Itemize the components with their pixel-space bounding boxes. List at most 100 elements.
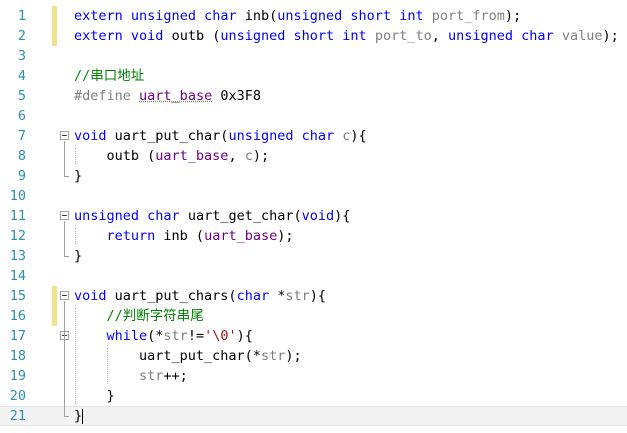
code-line[interactable]: 2 extern void outb (unsigned short int po… <box>0 26 627 46</box>
line-number: 4 <box>17 68 26 84</box>
code-token: int <box>342 28 367 44</box>
code-line[interactable]: 16 //判断字符串尾 <box>0 306 627 326</box>
code-token: uart_put_chars( <box>106 288 237 304</box>
code-token: ); <box>602 28 619 44</box>
code-token: char <box>521 28 554 44</box>
code-token: #define <box>74 88 131 104</box>
code-text: unsigned char uart_get_char(void){ <box>74 206 350 226</box>
code-line[interactable]: 5 #define uart_base 0x3F8 <box>0 86 627 106</box>
line-number: 5 <box>17 88 26 104</box>
code-line[interactable]: 21} <box>0 406 627 426</box>
code-text: //判断字符串尾 <box>74 306 204 326</box>
code-token: * <box>269 288 286 304</box>
line-number: 9 <box>17 168 26 184</box>
code-token: , <box>431 28 448 44</box>
code-text: } <box>74 407 84 425</box>
code-line[interactable]: 17 while(*str!='\0'){ <box>0 326 627 346</box>
line-number: 3 <box>17 48 26 64</box>
code-line[interactable]: 9} <box>0 166 627 186</box>
code-line[interactable]: 13} <box>0 246 627 266</box>
line-number: 16 <box>9 308 26 324</box>
line-number: 17 <box>9 328 26 344</box>
code-text: //串口地址 <box>74 66 144 86</box>
code-token: uart_base <box>139 88 213 104</box>
code-line[interactable]: 20 } <box>0 386 627 406</box>
code-line[interactable]: 12 return inb (uart_base); <box>0 226 627 246</box>
fold-region-end <box>64 176 69 177</box>
code-token: str <box>163 328 188 344</box>
code-token: unsigned <box>130 8 196 24</box>
code-token: int <box>399 8 424 24</box>
code-line[interactable]: 14 <box>0 266 627 286</box>
code-line[interactable]: 6 <box>0 106 627 126</box>
collapse-toggle-icon[interactable] <box>60 131 69 140</box>
fold-region-line <box>64 141 65 176</box>
code-token: != <box>187 328 205 344</box>
code-line[interactable]: 3 <box>0 46 627 66</box>
code-token: uart_get_char( <box>179 208 302 224</box>
code-text: extern void outb (unsigned short int por… <box>74 26 619 46</box>
code-text: outb (uart_base, c); <box>74 146 270 166</box>
change-marker <box>52 286 57 306</box>
code-text: #define uart_base 0x3F8 <box>74 86 261 106</box>
code-line[interactable]: 15 void uart_put_chars(char *str){ <box>0 286 627 306</box>
code-line[interactable]: 10 <box>0 186 627 206</box>
code-token: unsigned <box>277 8 343 24</box>
code-token: //串口地址 <box>74 68 145 84</box>
code-line[interactable]: 1 extern unsigned char inb(unsigned short… <box>0 6 627 26</box>
line-number: 7 <box>17 128 26 144</box>
code-token: } <box>74 168 83 184</box>
code-text: while(*str!='\0'){ <box>74 326 253 346</box>
code-line[interactable]: 4 //串口地址 <box>0 66 627 86</box>
code-token: c <box>244 148 253 164</box>
line-number: 1 <box>17 8 26 24</box>
code-token: char <box>147 208 180 224</box>
code-token: char <box>204 8 237 24</box>
code-token: ); <box>285 348 302 364</box>
code-token: uart_base <box>155 148 229 164</box>
indent-guide <box>107 348 108 384</box>
line-number: 14 <box>9 268 26 284</box>
code-token: inb ( <box>155 228 205 244</box>
fold-region-end <box>64 256 69 257</box>
code-line[interactable]: 8 outb (uart_base, c); <box>0 146 627 166</box>
line-number: 13 <box>9 248 26 264</box>
code-token: outb ( <box>74 148 156 164</box>
code-token: '\0' <box>204 328 237 344</box>
line-number: 10 <box>9 188 26 204</box>
code-token: short <box>350 8 392 24</box>
line-number: 21 <box>9 408 26 424</box>
collapse-toggle-icon[interactable] <box>60 211 69 220</box>
code-line[interactable]: 11 unsigned char uart_get_char(void){ <box>0 206 627 226</box>
collapse-toggle-icon[interactable] <box>60 291 69 300</box>
line-number: 6 <box>17 108 26 124</box>
code-token: inb( <box>236 8 278 24</box>
fold-region-line <box>64 221 65 256</box>
line-number: 12 <box>9 228 26 244</box>
code-editor[interactable]: 1 extern unsigned char inb(unsigned short… <box>0 0 627 433</box>
indent-guide <box>75 308 76 404</box>
code-token: ); <box>504 8 522 24</box>
code-token: void <box>130 28 164 44</box>
code-line[interactable]: 7 void uart_put_char(unsigned char c){ <box>0 126 627 146</box>
line-number: 20 <box>9 388 26 404</box>
code-token: , <box>228 148 245 164</box>
code-token: while <box>106 328 148 344</box>
code-line[interactable]: 19 str++; <box>0 366 627 386</box>
code-line[interactable]: 18 uart_put_char(*str); <box>0 346 627 366</box>
line-number: 2 <box>17 28 26 44</box>
code-token: void <box>74 128 107 144</box>
code-token: port_from <box>431 8 505 24</box>
fold-region-line <box>64 301 65 416</box>
line-number: 15 <box>9 288 26 304</box>
code-token: return <box>106 228 156 244</box>
code-token: ); <box>252 148 270 164</box>
